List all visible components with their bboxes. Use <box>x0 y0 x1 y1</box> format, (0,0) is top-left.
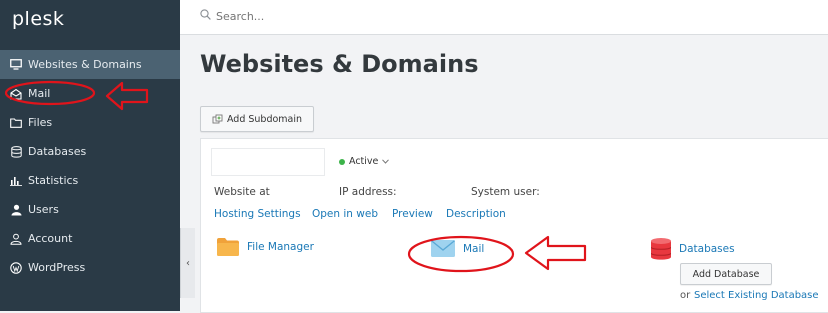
mail-label: Mail <box>463 242 485 255</box>
domain-panel: Active Website at IP address: System use… <box>200 138 828 313</box>
preview-link[interactable]: Preview <box>392 208 433 220</box>
folder-icon <box>10 117 22 129</box>
status-dot-icon <box>339 158 345 165</box>
status-label: Active <box>349 156 379 167</box>
add-database-button[interactable]: Add Database <box>680 263 772 285</box>
search-box <box>200 9 416 23</box>
sidebar: plesk Websites & Domains Mail Files Data… <box>0 0 180 311</box>
open-in-web-link[interactable]: Open in web <box>312 208 378 220</box>
sidebar-item-websites-domains[interactable]: Websites & Domains <box>0 50 180 79</box>
folder-icon <box>217 238 247 256</box>
file-manager-label: File Manager <box>247 241 314 253</box>
select-existing-database-link[interactable]: Select Existing Database <box>694 290 819 301</box>
sidebar-item-wordpress[interactable]: WordPress <box>0 253 180 282</box>
sidebar-item-label: WordPress <box>28 261 86 274</box>
sidebar-item-statistics[interactable]: Statistics <box>0 166 180 195</box>
sidebar-item-account[interactable]: Account <box>0 224 180 253</box>
description-link[interactable]: Description <box>446 208 506 220</box>
hosting-settings-link[interactable]: Hosting Settings <box>214 208 301 220</box>
account-icon <box>10 233 22 245</box>
statistics-icon <box>10 175 22 187</box>
database-icon <box>10 145 22 158</box>
databases-tool[interactable]: Databases <box>651 238 735 260</box>
sidebar-item-mail[interactable]: Mail <box>0 79 180 108</box>
website-at-label: Website at <box>214 186 270 198</box>
mail-envelope-icon <box>431 240 463 257</box>
add-subdomain-label: Add Subdomain <box>226 113 303 125</box>
search-input[interactable] <box>211 9 416 23</box>
sidebar-item-databases[interactable]: Databases <box>0 137 180 166</box>
sidebar-item-label: Mail <box>28 87 51 100</box>
ip-address-label: IP address: <box>339 186 397 198</box>
status-badge[interactable]: Active <box>339 156 390 167</box>
sidebar-item-label: Websites & Domains <box>28 58 142 71</box>
database-icon <box>651 238 679 260</box>
or-text: or <box>680 290 691 301</box>
chevron-down-icon <box>382 159 390 164</box>
system-user-label: System user: <box>471 186 540 198</box>
monitor-icon <box>10 59 22 71</box>
add-subdomain-icon <box>212 114 223 125</box>
page-title: Websites & Domains <box>200 50 479 78</box>
topbar <box>180 0 828 35</box>
sidebar-item-label: Statistics <box>28 174 79 187</box>
mail-icon <box>10 88 22 100</box>
wordpress-icon <box>10 261 22 274</box>
sidebar-item-users[interactable]: Users <box>0 195 180 224</box>
sidebar-item-label: Databases <box>28 145 87 158</box>
search-icon <box>200 9 211 23</box>
file-manager-tool[interactable]: File Manager <box>217 238 314 256</box>
sidebar-item-files[interactable]: Files <box>0 108 180 137</box>
domain-name-field[interactable] <box>211 148 325 176</box>
sidebar-item-label: Account <box>28 232 73 245</box>
sidebar-collapse-button[interactable]: ‹ <box>180 228 195 298</box>
sidebar-item-label: Files <box>28 116 53 129</box>
mail-tool[interactable]: Mail <box>431 240 484 257</box>
databases-label: Databases <box>679 243 735 255</box>
sidebar-item-label: Users <box>28 203 59 216</box>
user-icon <box>10 204 22 216</box>
plesk-logo[interactable]: plesk <box>12 8 64 30</box>
add-subdomain-button[interactable]: Add Subdomain <box>200 106 314 132</box>
